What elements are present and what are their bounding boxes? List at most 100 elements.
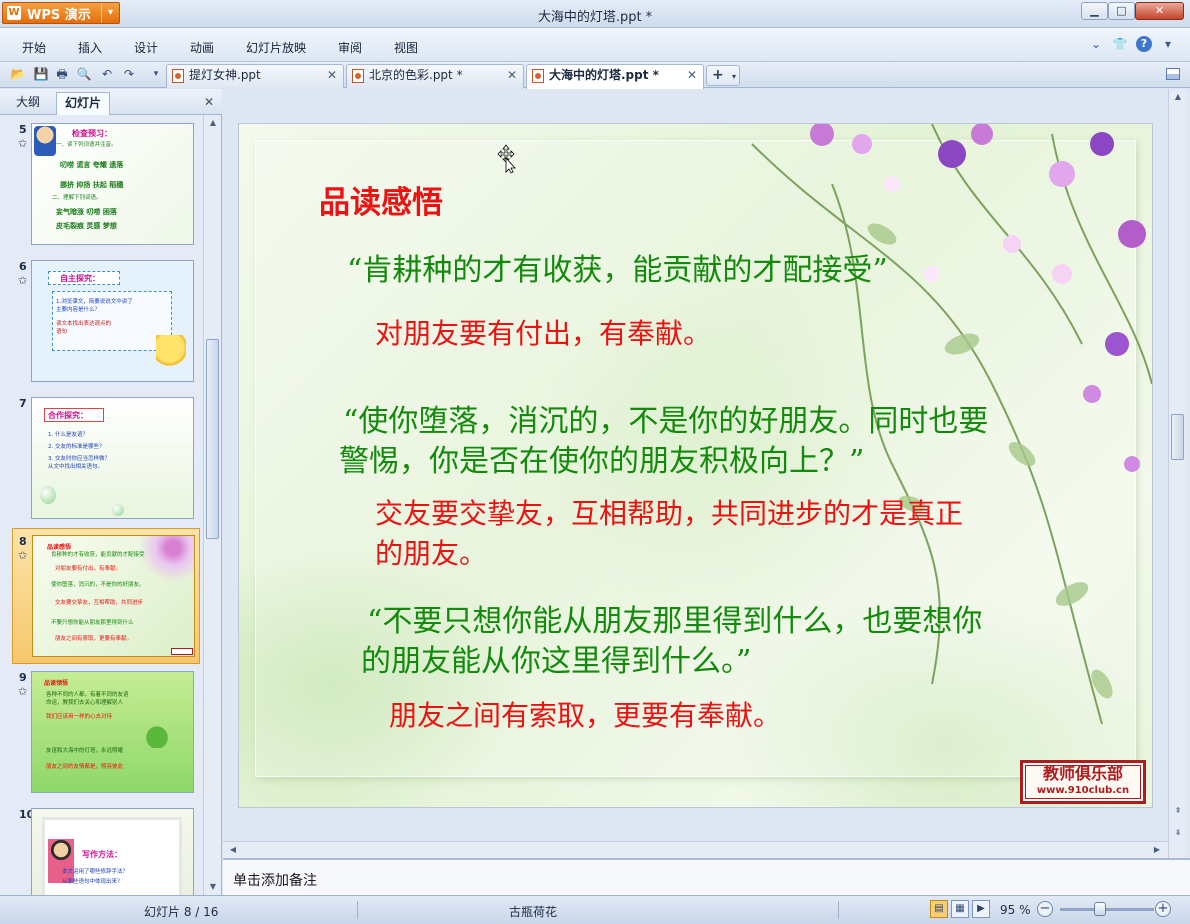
tab-document-1[interactable]: 提灯女神.ppt ✕: [166, 64, 344, 88]
help-icon[interactable]: ?: [1136, 36, 1152, 52]
thumb-line: 不要只想你能从朋友那里得到什么: [51, 620, 134, 626]
save-icon[interactable]: 💾: [33, 66, 49, 82]
menu-review[interactable]: 审阅: [338, 39, 362, 56]
thumbnail-row[interactable]: 6 ✩ 自主探究： 1.浏览课文，简要说说文中讲了 主要内容是什么？ 读文本找出…: [0, 254, 203, 390]
zoom-out-icon[interactable]: −: [1037, 901, 1053, 917]
scroll-up-icon[interactable]: ▲: [207, 117, 219, 129]
slide-thumbnail[interactable]: 品读感悟 肯耕种的才有收获，能贡献的才配接受 对朋友要有付出，有奉献。 使你堕落…: [32, 535, 195, 657]
scroll-left-icon[interactable]: ◀: [227, 844, 239, 856]
thumb-line: 对朋友要有付出，有奉献。: [55, 566, 122, 572]
tab-close-icon[interactable]: ✕: [507, 65, 517, 86]
previous-slide-icon[interactable]: ⇞: [1172, 805, 1184, 817]
menu-slideshow[interactable]: 幻灯片放映: [246, 39, 306, 56]
zoom-slider-track[interactable]: [1060, 908, 1154, 911]
tab-close-icon[interactable]: ✕: [687, 65, 697, 86]
thumb-line: 二、理解下列词语。: [52, 195, 102, 201]
open-folder-icon[interactable]: 📂: [10, 66, 26, 82]
club-stamp-mini: [171, 648, 193, 655]
undo-icon[interactable]: ↶: [99, 66, 115, 82]
scroll-up-icon[interactable]: ▲: [1172, 91, 1184, 103]
close-button[interactable]: ✕: [1135, 2, 1184, 20]
thumb-title: 检查预习：: [72, 129, 112, 138]
club-stamp-logo: 教师俱乐部 www.910club.cn: [1020, 760, 1146, 804]
thumbnail-row[interactable]: 7 合作探究： 1. 什么是友谊？ 2. 交友的标准是哪些？ 3. 交友时你应当…: [0, 391, 203, 527]
animation-star-icon: ✩: [18, 137, 28, 150]
quote-1[interactable]: “肯耕种的才有收获，能贡献的才配接受”: [347, 245, 888, 289]
current-slide[interactable]: 品读感悟 “肯耕种的才有收获，能贡献的才配接受” 对朋友要有付出，有奉献。 “使…: [239, 124, 1152, 807]
thumb-line: 叨唠 谎言 夸耀 遗落: [60, 161, 124, 169]
slide-thumbnail[interactable]: 自主探究： 1.浏览课文，简要说说文中讲了 主要内容是什么？ 读文本找出表达观点…: [31, 260, 194, 382]
thumbnail-row[interactable]: 9 ✩ 品读领悟 各种不同的人都，有着不同的友谊 命运，教我们去关心和理解别人 …: [0, 665, 203, 801]
thumb-line: 友谊和大海中的灯塔，永远照耀: [46, 748, 124, 754]
menu-home[interactable]: 开始: [22, 39, 46, 56]
tab-close-icon[interactable]: ✕: [327, 65, 337, 86]
leaf-decoration: [142, 722, 172, 748]
redo-icon[interactable]: ↷: [121, 66, 137, 82]
comment-2-line-2[interactable]: 的朋友。: [375, 532, 487, 572]
slide-thumbnail[interactable]: 写作方法： 本文运用了哪些修辞手法？ 从那些语句中体现出来？: [31, 808, 194, 895]
zoom-level[interactable]: 95 %: [1000, 903, 1031, 917]
menu-animation[interactable]: 动画: [190, 39, 214, 56]
tab-slides[interactable]: 幻灯片: [56, 92, 111, 115]
panel-close-icon[interactable]: ✕: [204, 95, 214, 109]
customize-toolbar-icon[interactable]: ▾: [148, 66, 164, 82]
help-dropdown-icon[interactable]: ▾: [1160, 36, 1176, 52]
scrollbar-thumb[interactable]: [206, 339, 219, 539]
print-icon[interactable]: 🖶: [54, 66, 70, 82]
quote-2-line-1[interactable]: “使你堕落，消沉的，不是你的好朋友。同时也要: [343, 396, 988, 440]
slide-thumbnail[interactable]: 检查预习： 一、读下列词语并注音。 叨唠 谎言 夸耀 遗落 挪挤 抑扬 扶起 稻…: [31, 123, 194, 245]
menu-insert[interactable]: 插入: [78, 39, 102, 56]
menu-design[interactable]: 设计: [134, 39, 158, 56]
quote-3-line-2[interactable]: 的朋友能从你这里得到什么。”: [361, 636, 751, 680]
thumb-title: 品读领悟: [44, 680, 69, 687]
thumb-line: 交友要交挚友，互相帮助，共同进步: [55, 600, 144, 606]
notes-placeholder[interactable]: 单击添加备注: [233, 870, 317, 890]
document-tab-bar: 📂 💾 🖶 🔍 ↶ ↷ ▾ 提灯女神.ppt ✕ 北京的色彩.ppt * ✕ 大…: [0, 62, 1190, 89]
slide-horizontal-scrollbar[interactable]: ◀ ▶: [223, 841, 1168, 858]
slide-heading[interactable]: 品读感悟: [319, 177, 443, 222]
comment-2-line-1[interactable]: 交友要交挚友，互相帮助，共同进步的才是真正: [375, 492, 963, 532]
scroll-down-icon[interactable]: ▼: [207, 881, 219, 893]
new-tab-button[interactable]: + ▾: [706, 65, 740, 86]
menu-view[interactable]: 视图: [394, 39, 418, 56]
tab-label: 提灯女神.ppt: [189, 68, 261, 82]
thumb-line: 妄气暗涨 叨唠 困落: [56, 208, 117, 216]
thumb-line: 1. 什么是友谊？: [48, 432, 88, 438]
layout-toggle-icon[interactable]: [1166, 68, 1180, 80]
minimize-button[interactable]: ▁: [1081, 2, 1108, 20]
scrollbar-thumb[interactable]: [1171, 414, 1184, 460]
tab-document-2[interactable]: 北京的色彩.ppt * ✕: [346, 64, 524, 88]
thumb-line: 我们应该用一样的心去对待: [46, 714, 113, 720]
thumbnail-row-selected[interactable]: 8 ✩ 品读感悟 肯耕种的才有收获，能贡献的才配接受 对朋友要有付出，有奉献。 …: [12, 528, 200, 664]
slide-sorter-icon[interactable]: ▦: [951, 900, 969, 918]
slide-thumbnail[interactable]: 合作探究： 1. 什么是友谊？ 2. 交友的标准是哪些？ 3. 交友时你应当怎样…: [31, 397, 194, 519]
skin-shirt-icon[interactable]: 👕: [1112, 36, 1128, 52]
collapse-ribbon-icon[interactable]: ⌄: [1088, 36, 1104, 52]
zoom-in-icon[interactable]: +: [1155, 901, 1171, 917]
zoom-slider-knob[interactable]: [1094, 902, 1106, 916]
scroll-right-icon[interactable]: ▶: [1151, 844, 1163, 856]
print-preview-icon[interactable]: 🔍: [76, 66, 92, 82]
comment-1[interactable]: 对朋友要有付出，有奉献。: [375, 312, 711, 352]
title-bar: W WPS 演示 ▾ 大海中的灯塔.ppt * ▁ □ ✕: [0, 0, 1190, 28]
slide-vertical-scrollbar[interactable]: ▲ ⇞ ⇟: [1168, 89, 1186, 858]
thumb-title: 写作方法：: [82, 850, 122, 859]
comment-3[interactable]: 朋友之间有索取，更要有奉献。: [389, 694, 781, 734]
tab-outline[interactable]: 大纲: [8, 92, 48, 115]
tab-document-3-active[interactable]: 大海中的灯塔.ppt * ✕: [526, 64, 704, 89]
next-slide-icon[interactable]: ⇟: [1172, 827, 1184, 839]
thumbnail-row[interactable]: 5 ✩ 检查预习： 一、读下列词语并注音。 叨唠 谎言 夸耀 遗落 挪挤 抑扬 …: [0, 117, 203, 253]
slide-number: 7: [19, 397, 27, 410]
notes-pane[interactable]: 单击添加备注: [223, 858, 1190, 895]
thumbnail-row[interactable]: 10 写作方法： 本文运用了哪些修辞手法？ 从那些语句中体现出来？: [0, 802, 203, 895]
water-drop-image: [112, 504, 124, 516]
normal-view-icon[interactable]: ▤: [930, 900, 948, 918]
quote-2-line-2[interactable]: 警惕，你是否在使你的朋友积极向上？”: [339, 436, 864, 480]
slide-thumbnail[interactable]: 品读领悟 各种不同的人都，有着不同的友谊 命运，教我们去关心和理解别人 我们应该…: [31, 671, 194, 793]
animation-star-icon: ✩: [18, 549, 28, 562]
thumbnail-scrollbar[interactable]: ▲ ▼: [203, 115, 221, 895]
thumb-line: 朋友之间有索取，更要有奉献。: [55, 636, 133, 642]
quote-3-line-1[interactable]: “不要只想你能从朋友那里得到什么，也要想你: [367, 596, 982, 640]
slideshow-play-icon[interactable]: ▶: [972, 900, 990, 918]
maximize-button[interactable]: □: [1108, 2, 1135, 20]
